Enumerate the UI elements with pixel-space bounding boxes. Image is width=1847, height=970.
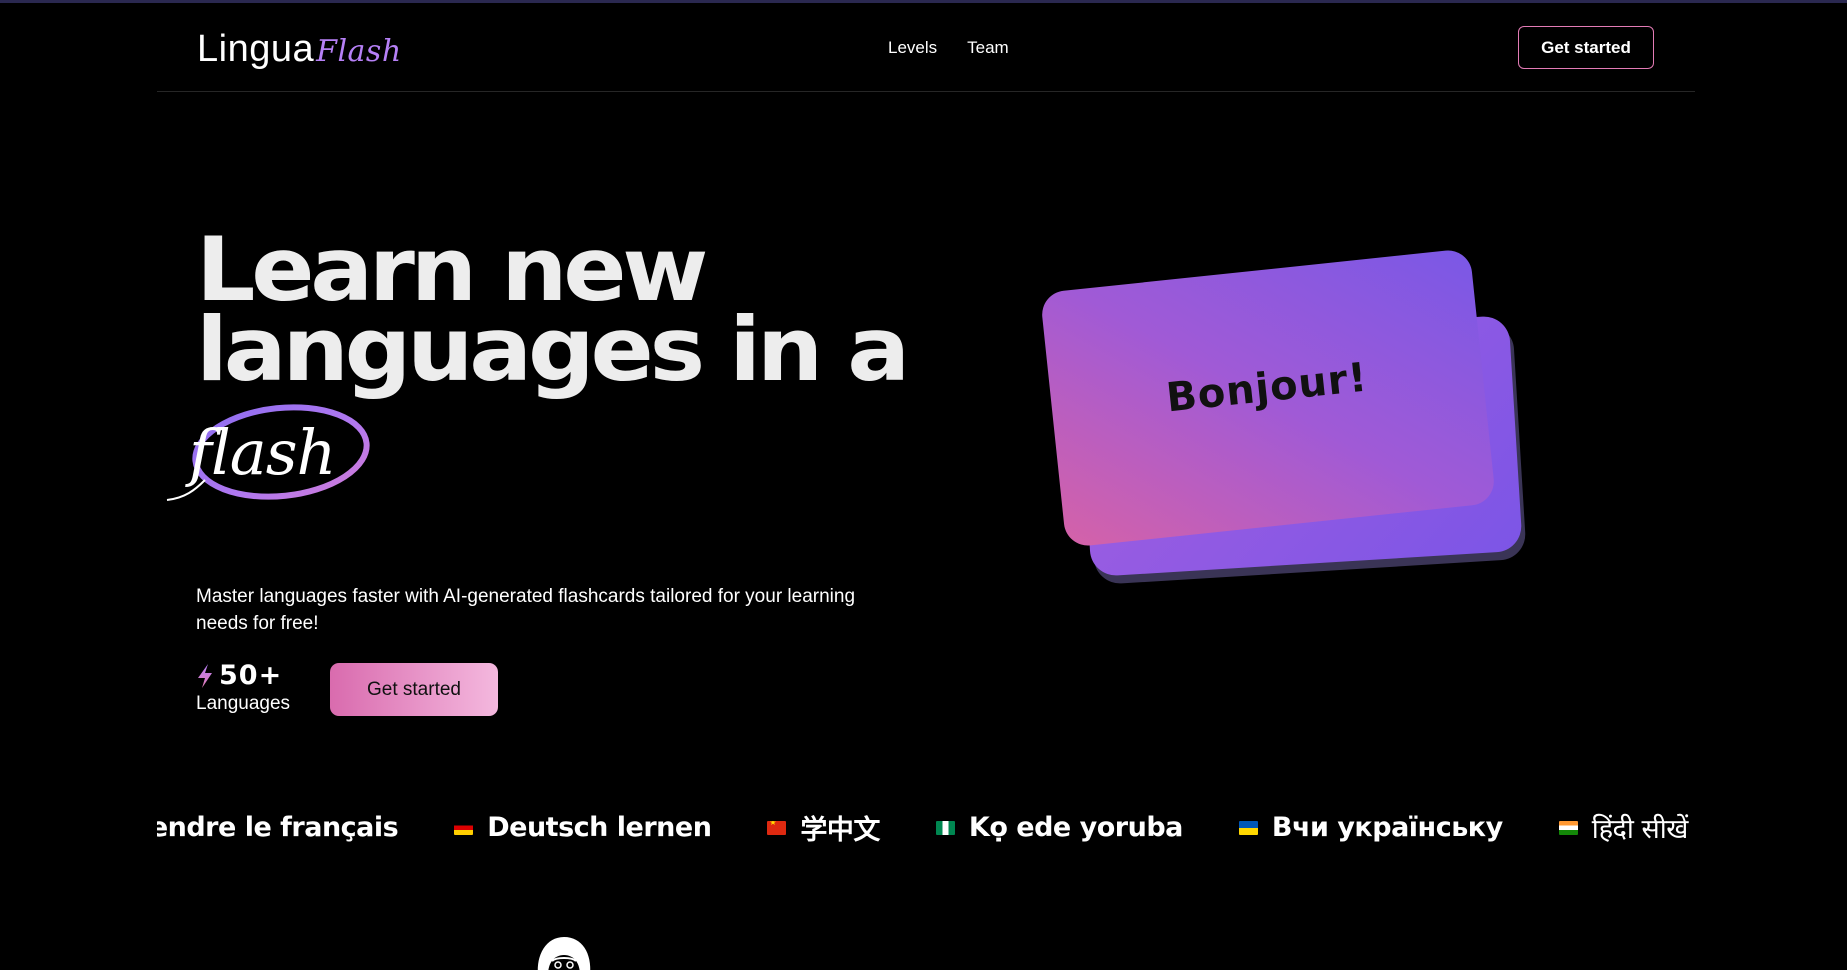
flashcard-stack: Bonjour! [1039,240,1540,600]
logo-main-text: Lingua [197,28,315,70]
flashcard-text: Bonjour! [1164,354,1370,422]
top-navigation: Lingua Flash Levels Team Get started [157,4,1695,92]
marquee-text: rendre le français [157,812,399,843]
flash-word: flash [189,416,336,489]
germany-flag-icon [454,820,474,835]
languages-stat: 50+ Languages [196,660,290,715]
flashcard-front[interactable]: Bonjour! [1039,248,1497,548]
marquee-item-hindi: हिंदी सीखें [1558,809,1689,846]
marquee-text: Kọ ede yoruba [968,812,1183,843]
lightning-icon [198,663,212,688]
marquee-text: Вчи українську [1271,812,1503,843]
flash-highlight: flash [165,402,380,507]
marquee-item-french: rendre le français [157,812,399,843]
hero-headline: Learn new languages in a [196,226,910,401]
nav-links: Levels Team [888,38,1009,58]
stat-value: 50+ [219,660,283,691]
ukraine-flag-icon [1238,820,1258,835]
marquee-text: 学中文 [800,815,880,846]
avatar-illustration-icon [537,937,591,970]
nav-link-team[interactable]: Team [967,38,1009,58]
marquee-item-ukrainian: Вчи українську [1238,812,1503,843]
marquee-track: rendre le français Deutsch lernen 学中文 Kọ… [157,808,1695,847]
marquee-text: Deutsch lernen [487,812,712,843]
hero-get-started-button[interactable]: Get started [330,663,498,716]
nav-get-started-button[interactable]: Get started [1518,26,1654,69]
marquee-item-yoruba: Kọ ede yoruba [935,812,1183,843]
marquee-item-german: Deutsch lernen [454,812,712,843]
hero-subtitle: Master languages faster with AI-generate… [196,586,856,634]
language-marquee: rendre le français Deutsch lernen 学中文 Kọ… [157,808,1695,848]
stat-value-row: 50+ [196,660,290,691]
india-flag-icon [1558,820,1578,835]
nigeria-flag-icon [935,820,955,835]
nav-link-levels[interactable]: Levels [888,38,937,58]
top-accent-line [0,0,1847,3]
marquee-item-chinese: 学中文 [767,808,880,847]
china-flag-icon [767,820,787,835]
logo-accent-text: Flash [316,34,402,69]
stat-label: Languages [196,693,291,714]
logo[interactable]: Lingua Flash [197,28,402,71]
marquee-text: हिंदी सीखें [1591,814,1689,845]
headline-line-2: languages in a [196,298,910,401]
